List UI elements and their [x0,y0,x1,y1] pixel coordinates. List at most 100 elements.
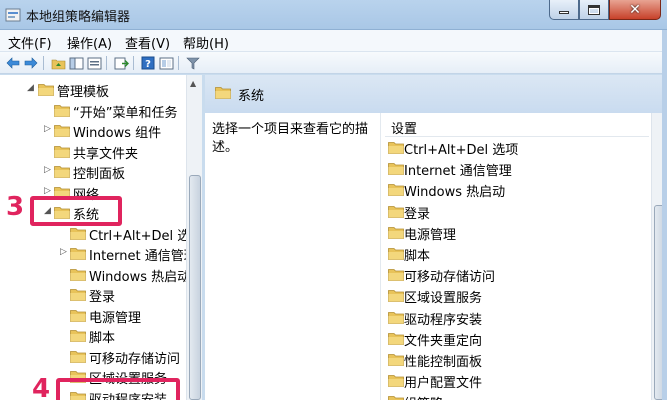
collapsed-arrow-icon[interactable]: ▷ [44,165,54,175]
settings-list-item[interactable]: 脚本 [388,244,648,264]
svg-text:?: ? [145,59,151,70]
settings-list-item[interactable]: Ctrl+Alt+Del 选项 [388,138,648,158]
settings-list-item[interactable]: 性能控制面板 [388,350,648,370]
details-title: 系统 [238,89,265,104]
folder-icon [70,248,86,260]
scroll-up-icon[interactable]: ▲ [190,79,196,88]
maximize-button[interactable] [579,0,609,20]
toolbar-separator [178,56,179,70]
tree-scroll-thumb[interactable] [189,175,201,400]
folder-icon [70,289,86,301]
navigation-tree[interactable]: ◢ 管理模板 “开始”菜单和任务 ▷ Windows 组件 共享文件夹 ▷ 控制面板 ▷ 网络 ◢ 系… [0,75,202,400]
export-list-icon[interactable] [113,55,129,71]
window-border [662,30,667,400]
callout-number-4: 4 [32,374,51,400]
tree-item[interactable]: 脚本 [0,326,186,346]
column-header-settings[interactable]: 设置 [385,115,649,137]
settings-item-label: 区域设置服务 [404,291,483,307]
folder-icon [54,166,70,178]
details-header: 系统 [205,75,667,113]
tree-item[interactable]: 可移动存储访问 [0,347,186,367]
filter-icon[interactable] [185,55,201,71]
help-icon[interactable]: ? [140,55,156,71]
menu-file[interactable]: 文件(F) [8,33,52,52]
tree-item-label: 控制面板 [73,167,126,182]
minimize-button[interactable] [549,0,579,20]
settings-item-label: 电源管理 [404,227,457,243]
folder-icon [54,125,70,137]
folder-icon [388,163,404,176]
window-title: 本地组策略编辑器 [26,10,131,25]
settings-item-label: Windows 热启动 [404,185,506,201]
folder-icon [388,184,404,197]
settings-item-label: 用户配置文件 [404,376,483,392]
menu-action[interactable]: 操作(A) [67,33,112,52]
settings-item-label: Internet 通信管理 [404,164,512,180]
menu-help[interactable]: 帮助(H) [183,33,229,52]
folder-icon [388,226,404,239]
tree-item[interactable]: 登录 [0,285,186,305]
group-policy-app-icon [5,8,21,22]
tree-item-label: 电源管理 [89,310,142,326]
expanded-arrow-icon[interactable]: ◢ [27,83,37,93]
tree-item-label: Windows 热启动 [89,269,191,285]
settings-item-label: 可移动存储访问 [404,270,496,286]
folder-icon [215,87,231,99]
settings-list-item[interactable]: 登录 [388,202,648,222]
up-folder-icon[interactable] [50,55,66,71]
back-icon[interactable] [5,55,21,71]
tree-item[interactable]: 共享文件夹 [0,142,186,162]
settings-list-item[interactable]: 可移动存储访问 [388,265,648,285]
tree-item-label: 可移动存储访问 [89,351,181,367]
callout-box-4 [56,378,180,400]
tree-item[interactable]: Windows 热启动 [0,265,190,285]
settings-list-item[interactable]: 文件夹重定向 [388,329,648,349]
settings-list-item[interactable]: 用户配置文件 [388,371,648,391]
show-hide-tree-icon[interactable] [68,55,84,71]
settings-item-label: 文件夹重定向 [404,333,483,349]
toolbar: ? [0,52,667,74]
settings-list-item[interactable]: Windows 热启动 [388,180,648,200]
tree-item[interactable]: 电源管理 [0,306,186,326]
tree-item[interactable]: ▷ 控制面板 [0,162,186,182]
toolbar-separator [133,56,134,70]
folder-icon [70,330,86,342]
description-text: 选择一个项目来查看它的描述。 [212,122,369,155]
forward-icon[interactable] [23,55,39,71]
settings-item-label: Ctrl+Alt+Del 选项 [404,143,519,158]
tree-item[interactable]: ▷ Internet 通信管理 [0,244,197,264]
collapsed-arrow-icon[interactable]: ▷ [44,124,54,134]
folder-icon [70,350,86,363]
folder-icon [54,104,70,117]
callout-number-3: 3 [6,192,25,222]
folder-icon [54,145,70,158]
list-view-icon[interactable] [86,55,102,71]
tree-item[interactable]: Ctrl+Alt+Del 选项 [0,224,201,244]
settings-list-item[interactable]: 电源管理 [388,223,648,243]
properties-icon[interactable] [158,55,174,71]
tree-item-label: 脚本 [89,331,116,346]
folder-icon [388,248,404,260]
tree-item[interactable]: “开始”菜单和任务 [0,101,186,121]
folder-icon [388,311,404,324]
folder-icon [388,269,404,282]
minimize-icon [559,11,569,14]
settings-list-item[interactable]: 驱动程序安装 [388,308,648,328]
menu-view[interactable]: 查看(V) [125,33,170,52]
title-bar: 本地组策略编辑器 ✕ [0,0,667,30]
folder-icon [70,309,86,322]
folder-icon [388,332,404,345]
collapsed-arrow-icon[interactable]: ▷ [60,247,70,257]
tree-scrollbar[interactable]: ▲ [186,75,202,400]
folder-icon [38,84,54,96]
tree-item[interactable]: ▷ Windows 组件 [0,121,186,141]
folder-icon [388,290,404,303]
settings-item-label: 脚本 [404,249,431,264]
settings-list-item[interactable]: Internet 通信管理 [388,159,648,179]
settings-list-item[interactable]: 区域设置服务 [388,286,648,306]
collapsed-arrow-icon[interactable]: ▷ [44,186,54,196]
settings-list-item[interactable]: 组策略 [388,392,648,400]
settings-item-label: 驱动程序安装 [404,312,483,328]
tree-item[interactable]: ◢ 管理模板 [0,80,186,100]
close-button[interactable]: ✕ [609,0,661,20]
